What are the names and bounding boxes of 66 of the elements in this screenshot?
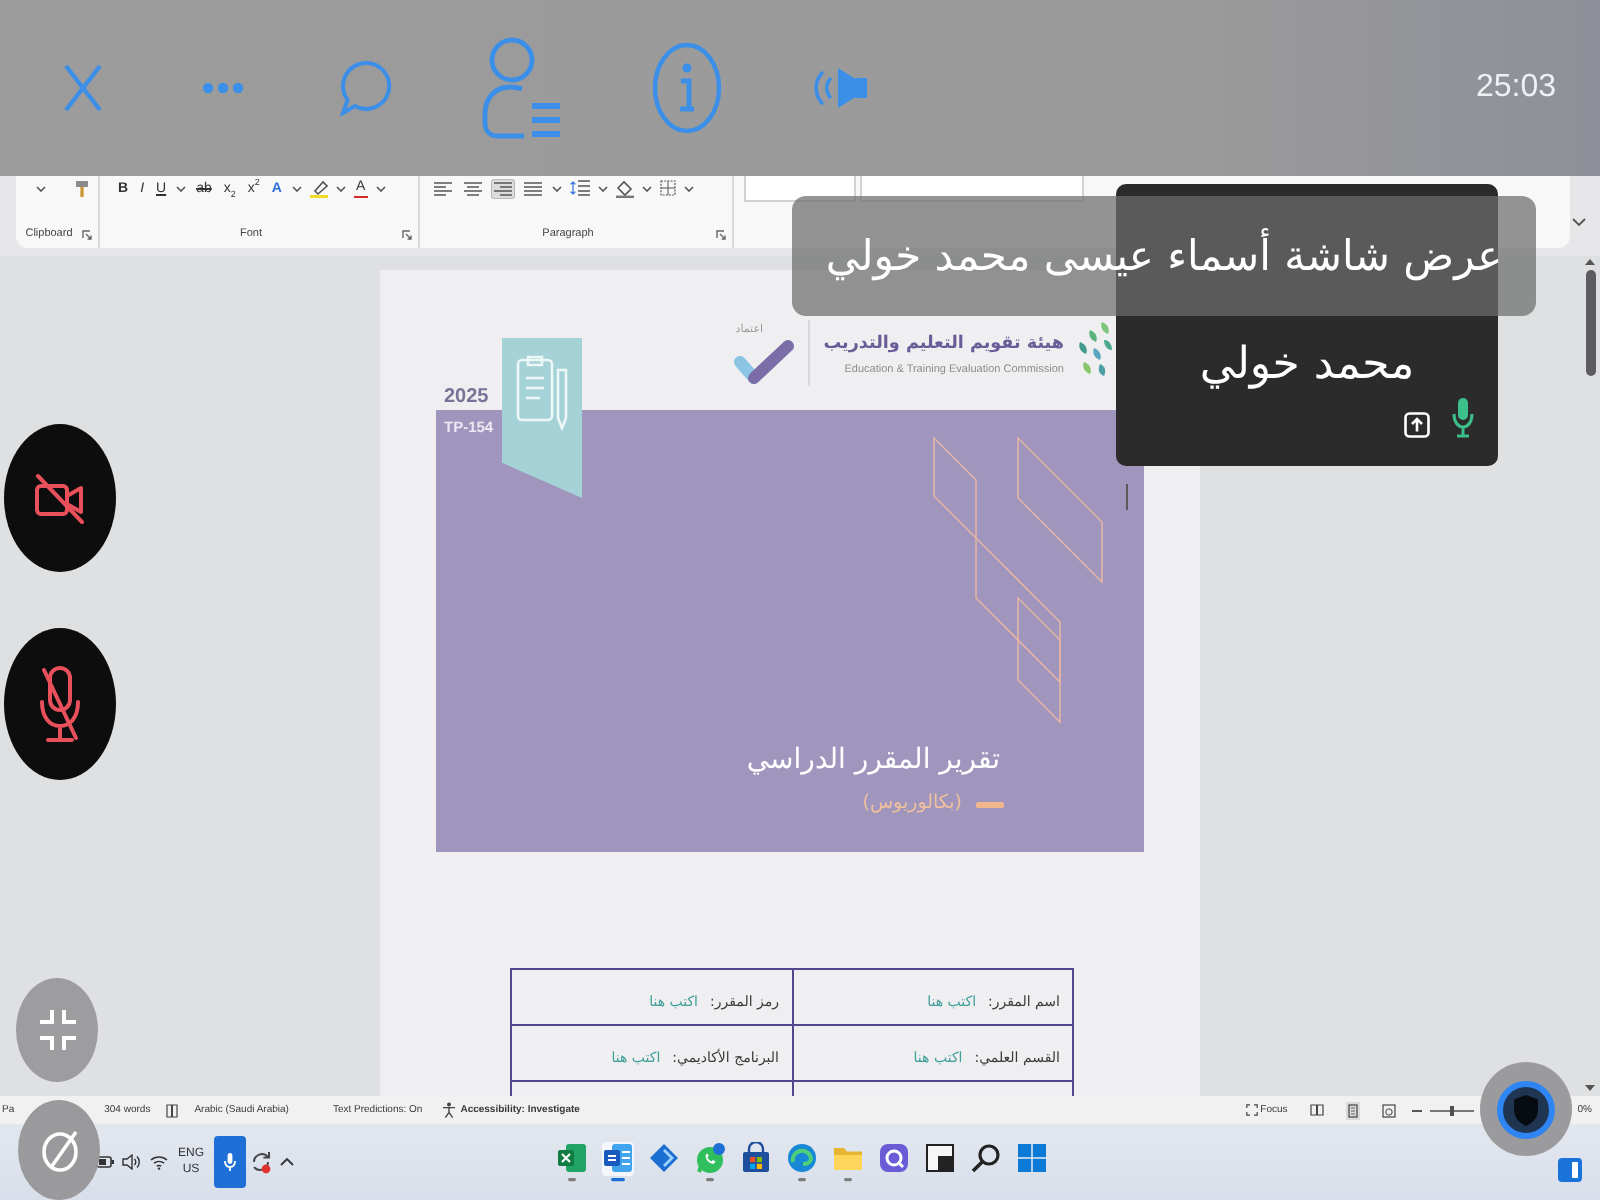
scroll-down-icon[interactable] — [1584, 1084, 1596, 1092]
book-icon[interactable] — [166, 1103, 179, 1117]
print-layout-icon — [1347, 1103, 1358, 1117]
zoom-slider[interactable] — [1429, 1105, 1474, 1115]
phone-chat-icon[interactable] — [694, 1142, 727, 1182]
dialog-launcher-icon[interactable] — [402, 229, 412, 239]
highlighter-icon[interactable] — [309, 179, 328, 197]
paint-bucket-icon[interactable] — [616, 179, 634, 197]
line-spacing-icon[interactable] — [570, 180, 590, 196]
brush-icon[interactable] — [74, 179, 90, 197]
caret-icon[interactable] — [552, 185, 562, 191]
caret-icon[interactable] — [291, 185, 302, 191]
caret-icon[interactable] — [176, 185, 187, 191]
notepad-pen-icon — [516, 354, 570, 436]
exit-fullscreen-icon — [37, 1008, 77, 1052]
chevron-up-icon[interactable] — [280, 1158, 295, 1166]
zoom-slider-thumb[interactable] — [1449, 1105, 1454, 1115]
text-cursor — [1126, 484, 1128, 510]
caret-icon[interactable] — [642, 185, 652, 191]
accessibility-icon[interactable] — [442, 1102, 457, 1118]
chevron-down-icon[interactable] — [1572, 218, 1586, 226]
caret-icon[interactable] — [36, 185, 46, 191]
dialog-launcher-icon[interactable] — [82, 229, 92, 239]
scrollbar-thumb[interactable] — [1585, 270, 1595, 376]
microphone-in-use-button[interactable] — [214, 1136, 247, 1188]
document-app-icon[interactable] — [602, 1142, 635, 1182]
caret-icon[interactable] — [598, 185, 608, 191]
read-mode-button[interactable] — [1307, 1102, 1326, 1118]
caret-icon[interactable] — [684, 185, 694, 191]
dialog-launcher-icon[interactable] — [716, 229, 726, 239]
shield-icon — [1496, 1077, 1556, 1141]
justify-icon — [524, 181, 542, 195]
read-mode-icon — [1309, 1104, 1324, 1116]
arrow-up-box-icon — [1404, 412, 1430, 438]
align-left-icon — [434, 181, 452, 195]
web-layout-icon — [1381, 1103, 1396, 1117]
side-panel-icon[interactable] — [1558, 1158, 1582, 1182]
year-label: 2025 — [444, 386, 489, 408]
justify-button[interactable] — [522, 179, 544, 197]
checkmark-logo-icon — [731, 338, 796, 386]
web-layout-button[interactable] — [1379, 1101, 1398, 1119]
caret-icon[interactable] — [335, 185, 346, 191]
print-layout-button[interactable] — [1345, 1101, 1360, 1119]
participant-name: محمد خولي — [1199, 340, 1415, 392]
circle-slash-icon — [39, 1128, 79, 1172]
document-title: تقرير المقرر الدراسي — [746, 742, 1000, 780]
document-subtitle: (بكالوريوس) — [862, 792, 962, 816]
spreadsheet-app-icon[interactable] — [556, 1142, 589, 1182]
browser-icon[interactable] — [786, 1142, 819, 1182]
leaf-logo-icon — [1074, 320, 1114, 380]
volume-icon[interactable] — [122, 1154, 140, 1170]
dash-icon — [976, 801, 1004, 807]
align-right-icon — [494, 181, 512, 195]
align-center-icon — [464, 181, 482, 195]
caret-icon[interactable] — [375, 185, 386, 191]
screen-share-toast: عرض شاشة أسماء عيسى محمد خولي — [792, 196, 1536, 316]
align-right-button[interactable] — [492, 179, 514, 197]
align-left-button[interactable] — [432, 179, 454, 197]
align-center-button[interactable] — [462, 179, 484, 197]
organization-name: هيئة تقويم التعليم والتدريب — [823, 332, 1064, 358]
sync-icon[interactable] — [250, 1150, 273, 1174]
microphone-icon — [224, 1152, 237, 1172]
wifi-icon[interactable] — [150, 1154, 168, 1170]
borders-icon[interactable] — [660, 180, 676, 196]
focus-icon — [1246, 1104, 1259, 1116]
call-timer: 25:03 — [1475, 70, 1556, 106]
